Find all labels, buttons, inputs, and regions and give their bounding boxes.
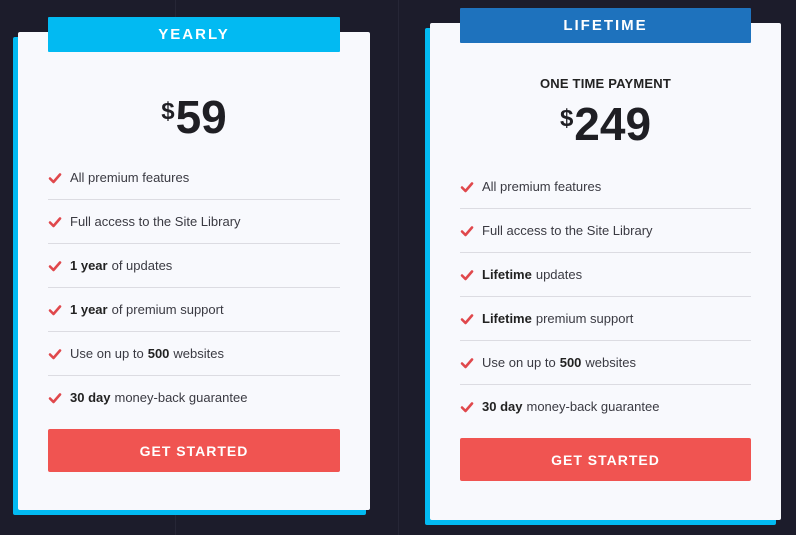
feature-list: All premium features Full access to the … (460, 165, 751, 428)
feature-item: Lifetime premium support (460, 297, 751, 341)
price: $249 (430, 101, 781, 147)
feature-text: All premium features (70, 170, 190, 185)
feature-item: 30 day money-back guarantee (460, 385, 751, 428)
check-icon (48, 216, 62, 227)
feature-text: Use on up to (482, 355, 556, 370)
feature-text: money-back guarantee (526, 399, 660, 414)
feature-item: 1 year of premium support (48, 288, 340, 332)
feature-text: All premium features (482, 179, 602, 194)
pricing-card-lifetime: ONE TIME PAYMENT $249 All premium featur… (430, 23, 781, 520)
price-amount: 249 (574, 98, 652, 150)
feature-text: of premium support (111, 302, 224, 317)
check-icon (460, 225, 474, 236)
feature-text: Full access to the Site Library (70, 214, 241, 229)
feature-item: 30 day money-back guarantee (48, 376, 340, 419)
check-icon (460, 401, 474, 412)
plan-subtitle: ONE TIME PAYMENT (539, 76, 672, 91)
background-divider (398, 0, 399, 535)
check-icon (48, 348, 62, 359)
plan-badge-lifetime: LIFETIME (460, 8, 751, 43)
feature-list: All premium features Full access to the … (48, 156, 340, 419)
feature-text: Full access to the Site Library (482, 223, 653, 238)
feature-emphasis: Lifetime (482, 267, 532, 282)
feature-text: money-back guarantee (114, 390, 248, 405)
feature-emphasis: 1 year (70, 258, 108, 273)
feature-text: updates (535, 267, 583, 282)
feature-text: websites (173, 346, 224, 361)
pricing-card-yearly: $59 All premium features Full access to … (18, 32, 370, 510)
feature-emphasis: 500 (559, 355, 582, 370)
feature-text: of updates (111, 258, 173, 273)
check-icon (460, 181, 474, 192)
feature-item: All premium features (460, 165, 751, 209)
feature-text: premium support (535, 311, 634, 326)
feature-text: websites (585, 355, 636, 370)
get-started-button[interactable]: GET STARTED (460, 438, 751, 481)
check-icon (48, 392, 62, 403)
feature-item: Use on up to 500 websites (460, 341, 751, 385)
check-icon (48, 304, 62, 315)
feature-item: Full access to the Site Library (460, 209, 751, 253)
plan-badge-yearly: YEARLY (48, 17, 340, 52)
price-amount: 59 (175, 91, 227, 143)
feature-emphasis: Lifetime (482, 311, 532, 326)
feature-item: Use on up to 500 websites (48, 332, 340, 376)
check-icon (460, 269, 474, 280)
feature-emphasis: 30 day (70, 390, 111, 405)
check-icon (48, 260, 62, 271)
price: $59 (18, 94, 370, 140)
check-icon (48, 172, 62, 183)
feature-item: Full access to the Site Library (48, 200, 340, 244)
feature-item: Lifetime updates (460, 253, 751, 297)
feature-emphasis: 30 day (482, 399, 523, 414)
feature-text: Use on up to (70, 346, 144, 361)
check-icon (460, 313, 474, 324)
currency-symbol: $ (559, 105, 574, 132)
feature-emphasis: 500 (147, 346, 170, 361)
get-started-button[interactable]: GET STARTED (48, 429, 340, 472)
feature-emphasis: 1 year (70, 302, 108, 317)
check-icon (460, 357, 474, 368)
currency-symbol: $ (161, 98, 175, 125)
feature-item: All premium features (48, 156, 340, 200)
feature-item: 1 year of updates (48, 244, 340, 288)
